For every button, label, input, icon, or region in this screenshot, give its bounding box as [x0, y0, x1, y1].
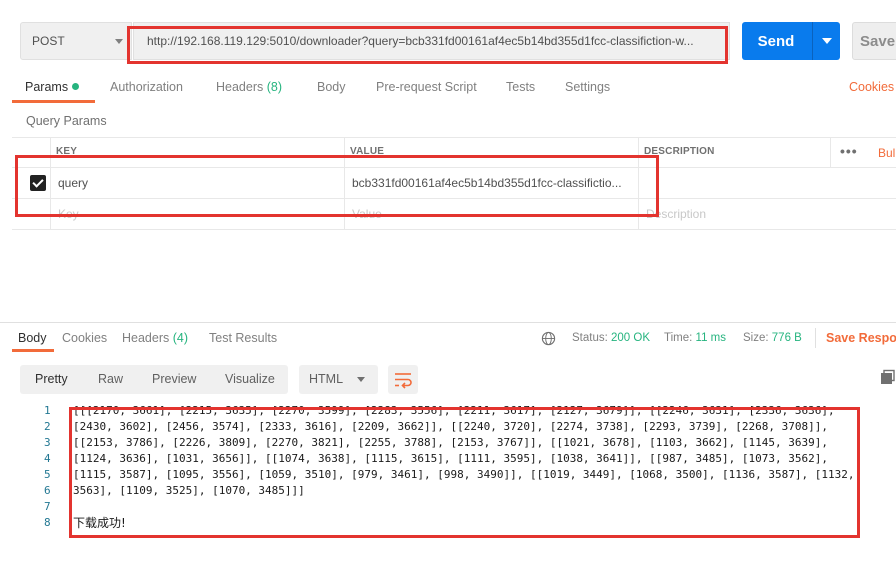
url-text: http://192.168.119.129:5010/downloader?q…: [147, 34, 694, 48]
chevron-down-icon: [357, 377, 365, 382]
response-tab-test-results[interactable]: Test Results: [209, 331, 277, 345]
size-value: 776 B: [771, 332, 802, 344]
method-select[interactable]: POST: [20, 22, 132, 60]
time-value: 11 ms: [695, 332, 726, 344]
code-line: 3563], [1109, 3525], [1070, 3485]]]: [73, 484, 305, 497]
cookies-link[interactable]: Cookies: [849, 80, 894, 94]
tab-authorization[interactable]: Authorization: [110, 80, 183, 94]
line-number: 1: [44, 404, 51, 417]
line-number: 4: [44, 452, 51, 465]
active-tab-indicator: [12, 100, 95, 103]
view-visualize-button[interactable]: Visualize: [225, 372, 275, 386]
table-header-border: [12, 167, 896, 168]
view-pretty-button[interactable]: Pretty: [35, 372, 68, 386]
chevron-down-icon: [115, 39, 123, 44]
response-tab-body[interactable]: Body: [18, 331, 47, 345]
column-header-value: VALUE: [350, 146, 385, 157]
response-active-tab-indicator: [12, 349, 54, 352]
view-mode-toggle: Pretty Raw Preview Visualize: [20, 365, 288, 394]
send-label: Send: [757, 32, 795, 50]
bulk-edit-link[interactable]: Bulk Edit: [878, 146, 896, 160]
format-select[interactable]: HTML: [299, 365, 378, 394]
table-col-divider: [344, 137, 345, 230]
status-label: Status:: [572, 332, 608, 344]
size-indicator: Size: 776 B: [743, 332, 802, 344]
globe-icon[interactable]: [541, 331, 556, 346]
new-key-input[interactable]: Key: [58, 207, 79, 221]
table-border-bottom: [12, 229, 896, 230]
more-options-icon[interactable]: •••: [840, 143, 858, 159]
response-tab-headers[interactable]: Headers (4): [122, 331, 188, 345]
table-col-divider: [830, 137, 831, 167]
code-line: [1124, 3636], [1031, 3656]], [[1074, 363…: [73, 452, 828, 465]
response-headers-count-badge: (4): [172, 331, 189, 345]
tab-tests[interactable]: Tests: [506, 80, 535, 94]
param-value-cell[interactable]: bcb331fd00161af4ec5b14bd355d1fcc-classif…: [352, 176, 634, 190]
tab-headers-label: Headers: [216, 80, 264, 94]
time-label: Time:: [664, 332, 693, 344]
send-options-chevron-icon[interactable]: [822, 38, 832, 44]
line-number: 8: [44, 516, 51, 529]
code-line: 下载成功!: [73, 516, 126, 530]
wrap-lines-icon: [395, 373, 412, 389]
headers-count-badge: (8): [266, 80, 283, 94]
code-line: [1115, 3587], [1095, 3556], [1059, 3510]…: [73, 468, 855, 481]
time-indicator: Time: 11 ms: [664, 332, 726, 344]
line-number: 2: [44, 420, 51, 433]
view-raw-button[interactable]: Raw: [98, 372, 123, 386]
query-params-title: Query Params: [26, 114, 107, 128]
line-number: 3: [44, 436, 51, 449]
new-value-input[interactable]: Value: [352, 207, 382, 221]
copy-icon[interactable]: [880, 369, 896, 385]
tab-params-label: Params: [25, 80, 69, 94]
code-line: [2430, 3602], [2456, 3574], [2333, 3616]…: [73, 420, 828, 433]
send-button[interactable]: Send: [742, 22, 840, 60]
response-tab-cookies[interactable]: Cookies: [62, 331, 107, 345]
code-line: [[2153, 3786], [2226, 3809], [2270, 3821…: [73, 436, 828, 449]
tab-prerequest-script[interactable]: Pre-request Script: [376, 80, 477, 94]
status-separator: [815, 328, 816, 348]
line-number: 6: [44, 484, 51, 497]
save-button[interactable]: Save: [852, 22, 896, 60]
save-response-button[interactable]: Save Response: [826, 331, 896, 345]
params-active-dot-icon: [72, 83, 80, 90]
tab-settings[interactable]: Settings: [565, 80, 610, 94]
line-number: 7: [44, 500, 51, 513]
send-divider: [812, 22, 813, 60]
tab-headers[interactable]: Headers (8): [216, 80, 282, 94]
format-label: HTML: [309, 372, 344, 386]
url-input[interactable]: http://192.168.119.129:5010/downloader?q…: [133, 22, 730, 60]
column-header-key: KEY: [56, 146, 78, 157]
new-description-input[interactable]: Description: [646, 207, 706, 221]
view-preview-button[interactable]: Preview: [152, 372, 196, 386]
response-tab-headers-label: Headers: [122, 331, 170, 345]
column-header-description: DESCRIPTION: [644, 146, 715, 157]
status-value: 200 OK: [611, 332, 651, 344]
wrap-lines-button[interactable]: [388, 365, 418, 394]
param-key-cell[interactable]: query: [58, 176, 338, 190]
table-col-divider: [50, 137, 51, 230]
save-label: Save: [860, 32, 896, 50]
param-enabled-checkbox[interactable]: [30, 175, 46, 191]
table-col-divider: [638, 137, 639, 230]
request-tabs: Params Authorization Headers (8) Body Pr…: [0, 72, 896, 104]
table-row-border: [12, 198, 896, 199]
code-line: [[[2170, 3661], [2215, 3635], [2270, 359…: [73, 404, 835, 417]
line-number: 5: [44, 468, 51, 481]
tab-body[interactable]: Body: [317, 80, 346, 94]
tab-params[interactable]: Params: [25, 80, 80, 94]
table-border-top: [12, 137, 896, 138]
method-label: POST: [32, 34, 65, 48]
size-label: Size:: [743, 332, 769, 344]
params-table: KEY VALUE DESCRIPTION ••• Bulk Edit quer…: [12, 137, 896, 230]
response-divider: [0, 322, 896, 323]
status-indicator: Status: 200 OK: [572, 332, 650, 344]
